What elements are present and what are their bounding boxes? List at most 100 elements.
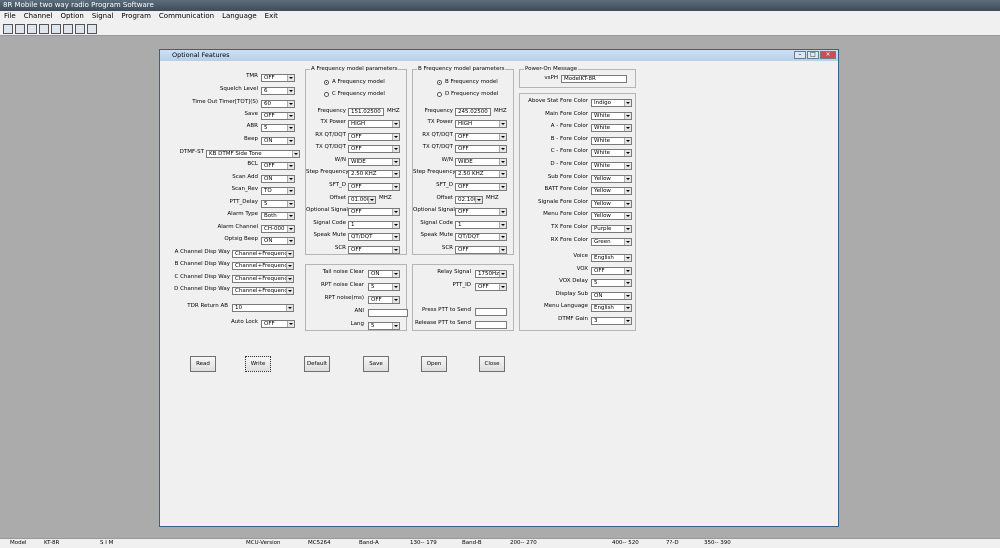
- display-sub-select[interactable]: ON: [591, 291, 632, 300]
- write-button[interactable]: Write: [245, 356, 271, 372]
- tx-qt-dqt-select[interactable]: OFF: [348, 145, 400, 154]
- dropdown-arrow-icon[interactable]: [287, 238, 294, 244]
- signal-code-select[interactable]: 1: [348, 220, 400, 229]
- dropdown-arrow-icon[interactable]: [499, 171, 506, 178]
- dropdown-arrow-icon[interactable]: [287, 213, 294, 219]
- scan-add-select[interactable]: ON: [261, 175, 295, 183]
- dropdown-arrow-icon[interactable]: [624, 305, 631, 312]
- dropdown-arrow-icon[interactable]: [287, 188, 294, 194]
- tx-fore-color-select[interactable]: Purple: [591, 225, 632, 233]
- save-select[interactable]: OFF: [261, 112, 295, 120]
- new-icon[interactable]: [3, 24, 13, 34]
- dropdown-arrow-icon[interactable]: [624, 175, 631, 182]
- beep-select[interactable]: ON: [261, 137, 295, 145]
- dropdown-arrow-icon[interactable]: [624, 213, 631, 220]
- dropdown-arrow-icon[interactable]: [286, 251, 293, 257]
- dropdown-arrow-icon[interactable]: [624, 137, 631, 144]
- rx-qt-dqt-select[interactable]: OFF: [348, 132, 400, 141]
- power-on-message-input[interactable]: ModelKT-8R: [561, 75, 627, 83]
- sft-d-select[interactable]: OFF: [348, 183, 400, 191]
- a-fore-color-select[interactable]: White: [591, 124, 632, 133]
- d-fore-color-select[interactable]: White: [591, 162, 632, 170]
- menu-language-select[interactable]: English: [591, 304, 632, 313]
- dropdown-arrow-icon[interactable]: [392, 121, 399, 127]
- menu-program[interactable]: Program: [117, 11, 155, 22]
- d-channel-disp-way-select[interactable]: Channel+Frequency: [232, 287, 294, 295]
- optional-signal-select[interactable]: OFF: [348, 208, 400, 217]
- rx-fore-color-select[interactable]: Green: [591, 237, 632, 246]
- menu-signal[interactable]: Signal: [88, 11, 118, 22]
- lang-select[interactable]: 5: [368, 322, 400, 330]
- optsig-beep-select[interactable]: ON: [261, 237, 295, 245]
- dropdown-arrow-icon[interactable]: [287, 176, 294, 182]
- tx-power-select[interactable]: HIGH: [455, 120, 507, 128]
- rpt-noise-clear-select[interactable]: 5: [368, 283, 400, 291]
- w-n-select[interactable]: WIDE: [348, 157, 400, 166]
- rpt-noise-ms-select[interactable]: OFF: [368, 296, 400, 304]
- b-fore-color-select[interactable]: White: [591, 136, 632, 145]
- dropdown-arrow-icon[interactable]: [392, 133, 399, 140]
- settings-icon[interactable]: [63, 24, 73, 34]
- dropdown-arrow-icon[interactable]: [624, 200, 631, 207]
- dropdown-arrow-icon[interactable]: [392, 171, 399, 178]
- dropdown-arrow-icon[interactable]: [499, 158, 506, 165]
- dropdown-arrow-icon[interactable]: [624, 163, 631, 169]
- bcl-select[interactable]: OFF: [261, 162, 295, 170]
- dropdown-arrow-icon[interactable]: [499, 133, 506, 140]
- save-icon[interactable]: [27, 24, 37, 34]
- dropdown-arrow-icon[interactable]: [392, 158, 399, 165]
- scan-rev-select[interactable]: TO: [261, 187, 295, 195]
- dropdown-arrow-icon[interactable]: [286, 305, 293, 311]
- vox-delay-select[interactable]: 5: [591, 279, 632, 288]
- radio-a-frequency-model[interactable]: [324, 80, 329, 85]
- menu-language[interactable]: Language: [218, 11, 261, 22]
- tmr-select[interactable]: OFF: [261, 74, 295, 82]
- menu-exit[interactable]: Exit: [261, 11, 282, 22]
- dropdown-arrow-icon[interactable]: [392, 221, 399, 228]
- dropdown-arrow-icon[interactable]: [624, 255, 631, 261]
- batt-fore-color-select[interactable]: Yellow: [591, 187, 632, 196]
- dropdown-arrow-icon[interactable]: [499, 221, 506, 228]
- relay-signal-select[interactable]: 1750Hz: [475, 270, 507, 278]
- main-fore-color-select[interactable]: White: [591, 111, 632, 120]
- save-button[interactable]: Save: [363, 356, 389, 372]
- help-icon[interactable]: [87, 24, 97, 34]
- vox-select[interactable]: OFF: [591, 266, 632, 275]
- dropdown-arrow-icon[interactable]: [499, 271, 506, 277]
- dropdown-arrow-icon[interactable]: [499, 234, 506, 241]
- dropdown-arrow-icon[interactable]: [499, 247, 506, 253]
- dropdown-arrow-icon[interactable]: [392, 323, 399, 329]
- frequency-a-input[interactable]: 151.02500: [348, 108, 384, 116]
- dropdown-arrow-icon[interactable]: [392, 284, 399, 290]
- release-ptt-to-send-input[interactable]: [475, 321, 507, 329]
- sft-d-select[interactable]: OFF: [455, 183, 507, 191]
- sub-fore-color-select[interactable]: Yellow: [591, 174, 632, 183]
- dropdown-arrow-icon[interactable]: [624, 125, 631, 132]
- dropdown-arrow-icon[interactable]: [292, 151, 299, 157]
- read-button[interactable]: Read: [190, 356, 216, 372]
- dropdown-arrow-icon[interactable]: [368, 196, 375, 203]
- dropdown-arrow-icon[interactable]: [392, 271, 399, 277]
- dropdown-arrow-icon[interactable]: [624, 267, 631, 274]
- menu-channel[interactable]: Channel: [20, 11, 57, 22]
- tx-qt-dqt-select[interactable]: OFF: [455, 145, 507, 154]
- dropdown-arrow-icon[interactable]: [624, 100, 631, 106]
- maximize-icon[interactable]: □: [807, 51, 819, 59]
- default-button[interactable]: Default: [304, 356, 330, 372]
- ani-input[interactable]: [368, 309, 408, 317]
- dropdown-arrow-icon[interactable]: [624, 280, 631, 287]
- ptt-delay-select[interactable]: 5: [261, 200, 295, 208]
- dtmf-st-select[interactable]: KB DTMF Side Tone: [206, 150, 300, 158]
- menu-file[interactable]: File: [0, 11, 20, 22]
- dropdown-arrow-icon[interactable]: [287, 201, 294, 207]
- menu-option[interactable]: Option: [56, 11, 87, 22]
- dropdown-arrow-icon[interactable]: [286, 288, 293, 294]
- open-icon[interactable]: [15, 24, 25, 34]
- dropdown-arrow-icon[interactable]: [286, 276, 293, 282]
- radio-d-frequency-model[interactable]: [437, 92, 442, 97]
- dropdown-arrow-icon[interactable]: [392, 297, 399, 303]
- c-channel-disp-way-select[interactable]: Channel+Frequency: [232, 275, 294, 283]
- w-n-select[interactable]: WIDE: [455, 157, 507, 166]
- close-button[interactable]: Close: [479, 356, 505, 372]
- dropdown-arrow-icon[interactable]: [475, 196, 482, 203]
